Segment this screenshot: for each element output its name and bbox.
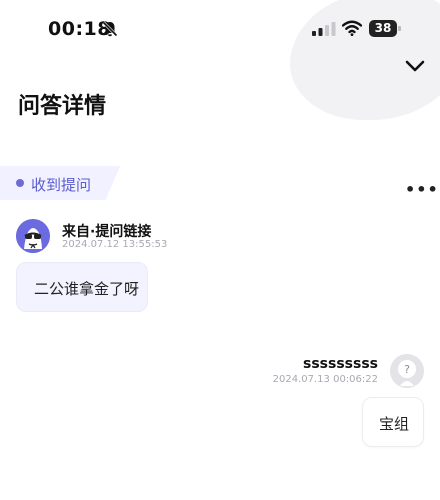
question-avatar-icon: ?	[390, 354, 424, 388]
more-options-icon[interactable]: •••	[405, 180, 439, 199]
answer-text: 宝组	[379, 415, 410, 433]
answer-bubble[interactable]: 宝组	[362, 397, 424, 447]
signal-icon	[312, 22, 336, 36]
received-question-tag: 收到提问	[0, 166, 120, 200]
reply-sender: sssssssss	[303, 356, 378, 372]
tag-dot	[16, 179, 24, 187]
sender-avatar-sunglasses[interactable]	[16, 219, 50, 253]
svg-text:?: ?	[404, 363, 410, 376]
page-title: 问答详情	[18, 94, 107, 119]
bell-muted-icon	[102, 21, 118, 37]
message-sender: 来自·提问链接	[62, 224, 152, 240]
question-bubble[interactable]: 二公谁拿金了呀	[16, 262, 148, 312]
chevron-down-icon[interactable]	[404, 58, 426, 74]
battery-level: 38	[369, 20, 397, 37]
question-text: 二公谁拿金了呀	[34, 280, 140, 298]
battery-icon: 38	[369, 20, 401, 37]
battery-cap	[398, 26, 401, 31]
message-timestamp: 2024.07.12 13:55:53	[62, 239, 168, 250]
reply-timestamp: 2024.07.13 00:06:22	[272, 374, 378, 385]
reply-avatar-question[interactable]: ?	[390, 354, 424, 388]
wifi-icon	[342, 20, 362, 36]
status-bar: 00:18 38	[0, 0, 440, 60]
tag-label: 收到提问	[31, 176, 92, 194]
sunglasses-avatar-icon	[16, 219, 50, 253]
